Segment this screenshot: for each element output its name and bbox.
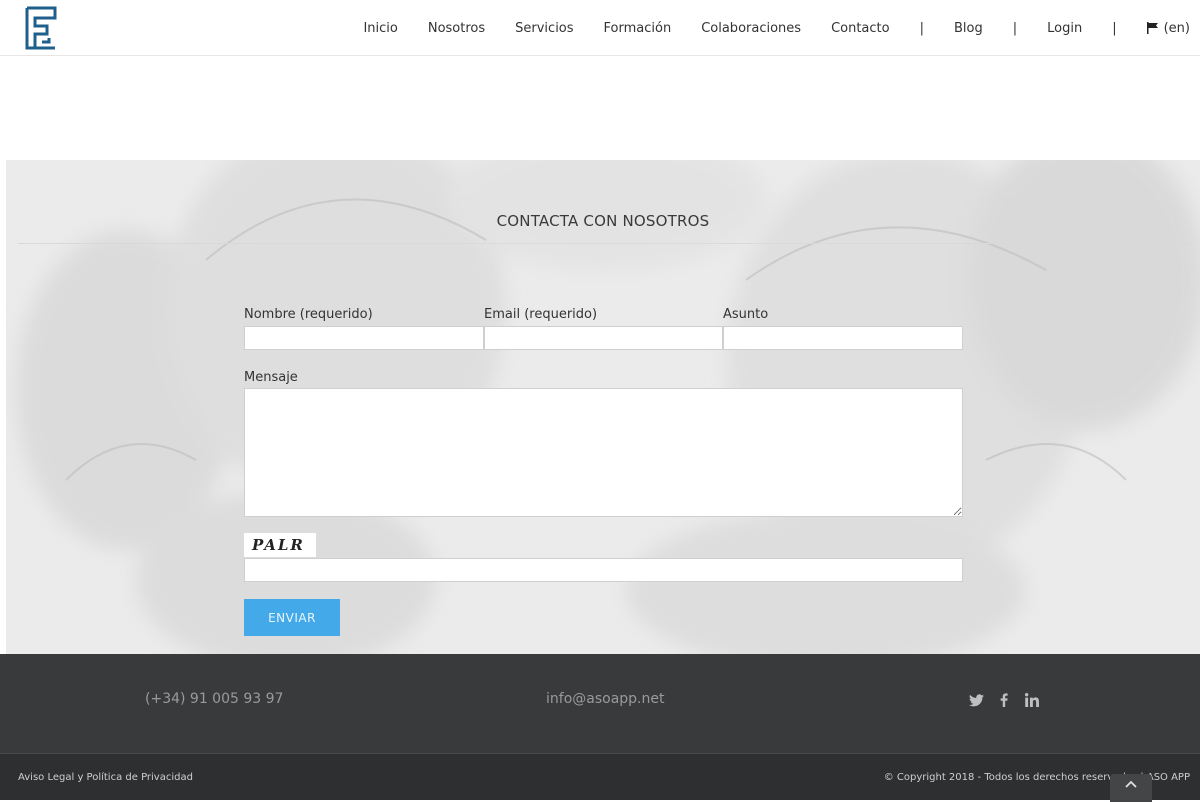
scroll-to-top-button[interactable] (1110, 774, 1152, 802)
nav-nosotros[interactable]: Nosotros (428, 21, 485, 36)
name-label: Nombre (requerido) (244, 307, 373, 322)
nav-colaboraciones[interactable]: Colaboraciones (701, 21, 801, 36)
linkedin-icon[interactable] (1024, 692, 1040, 708)
title-divider (254, 243, 946, 244)
main-nav: Inicio Nosotros Servicios Formación Cola… (333, 0, 1190, 56)
twitter-icon[interactable] (968, 692, 984, 708)
flag-icon (1146, 22, 1158, 34)
footer-widgets: (+34) 91 005 93 97 info@asoapp.net (0, 654, 1200, 753)
nav-inicio[interactable]: Inicio (363, 21, 397, 36)
copyright-bar: Aviso Legal y Política de Privacidad © C… (0, 753, 1200, 802)
email-label: Email (requerido) (484, 307, 598, 322)
subject-field[interactable] (723, 326, 963, 350)
language-label: (en) (1163, 20, 1190, 36)
nav-contacto[interactable]: Contacto (831, 21, 890, 36)
captcha-image: PALR (244, 533, 316, 557)
email-field[interactable] (484, 326, 723, 350)
footer-phone[interactable]: (+34) 91 005 93 97 (145, 691, 283, 707)
legal-link[interactable]: Aviso Legal y Política de Privacidad (18, 772, 193, 783)
title-divider (946, 243, 1190, 244)
message-label: Mensaje (244, 370, 298, 385)
name-field[interactable] (244, 326, 484, 350)
subject-label: Asunto (723, 307, 769, 322)
contact-title: CONTACTA CON NOSOTROS (496, 212, 710, 230)
social-links (968, 692, 1040, 708)
nav-language-switch[interactable]: (en) (1146, 20, 1190, 36)
chevron-up-icon (1125, 780, 1137, 788)
site-header: Inicio Nosotros Servicios Formación Cola… (0, 0, 1200, 56)
nav-formacion[interactable]: Formación (604, 21, 672, 36)
nav-servicios[interactable]: Servicios (515, 21, 573, 36)
nav-blog[interactable]: Blog (954, 21, 983, 36)
asoapp-logo-icon[interactable] (25, 6, 57, 50)
nav-login[interactable]: Login (1047, 21, 1082, 36)
footer-email[interactable]: info@asoapp.net (546, 691, 664, 707)
contact-section: CONTACTA CON NOSOTROS Nombre (requerido)… (6, 160, 1200, 654)
nav-separator: | (919, 20, 924, 36)
submit-button[interactable]: ENVIAR (244, 599, 340, 636)
message-field[interactable] (244, 388, 963, 517)
nav-separator: | (1112, 20, 1117, 36)
captcha-field[interactable] (244, 558, 963, 582)
facebook-icon[interactable] (996, 692, 1012, 708)
nav-separator: | (1012, 20, 1018, 36)
title-divider (18, 243, 254, 244)
